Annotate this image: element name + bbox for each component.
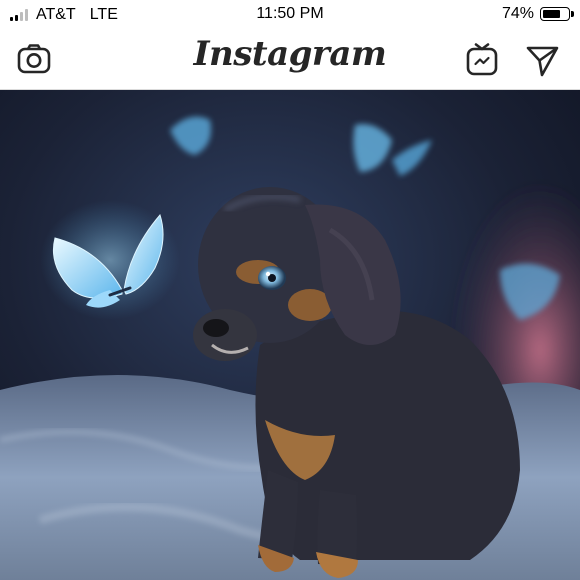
clock: 11:50 PM — [256, 5, 324, 22]
puppy-with-butterfly-photo — [0, 90, 580, 580]
battery-icon — [540, 7, 574, 21]
igtv-button[interactable] — [462, 40, 502, 80]
battery-level-fill — [543, 10, 560, 18]
direct-message-icon — [526, 46, 559, 77]
post-image[interactable] — [0, 90, 580, 580]
battery-percent: 74% — [501, 5, 534, 22]
status-bar-right: 74% — [501, 5, 574, 23]
direct-message-button[interactable] — [522, 40, 562, 80]
igtv-icon — [466, 43, 498, 76]
app-header: Instagram — [0, 30, 580, 90]
status-bar: AT&T LTE 11:50 PM 74% — [0, 0, 580, 30]
